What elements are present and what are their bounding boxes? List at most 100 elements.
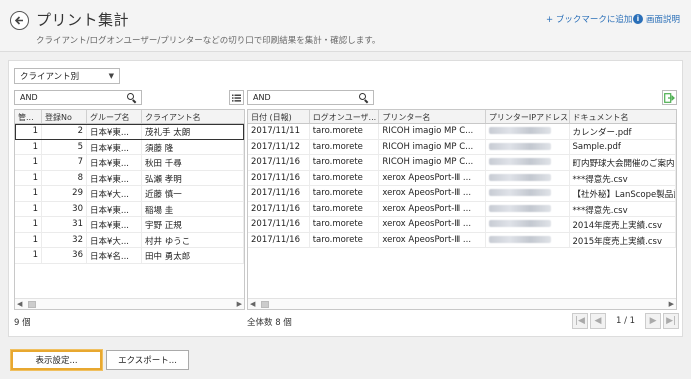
search-icon[interactable] (359, 93, 368, 102)
page-subtitle: クライアント/ログオンユーザー/プリンターなどの切り口で印刷結果を集計・確認しま… (36, 36, 381, 46)
pagination: |◀ ◀ 1 / 1 ▶ ▶| (572, 312, 681, 329)
column-header[interactable]: プリンターIPアドレス (486, 110, 570, 123)
print-log-table-header: 日付 (日報) ログオンユーザ... プリンター名 プリンターIPアドレス ドキ… (248, 110, 676, 124)
column-header[interactable]: プリンター名 (379, 110, 486, 123)
back-button[interactable] (10, 11, 29, 30)
table-cell: 2014年度売上実績.csv (570, 217, 676, 232)
table-row[interactable]: 1 36 日本¥名... 田中 勇太郎 (15, 248, 244, 264)
table-cell: Sample.pdf (570, 139, 676, 154)
table-cell: RICOH imagio MP C... (379, 124, 486, 139)
help-link-label: 画面説明 (646, 15, 681, 25)
redacted-ip (488, 189, 551, 196)
column-header[interactable]: ログオンユーザ... (310, 110, 380, 123)
table-cell: xerox ApeosPort-Ⅲ ... (379, 232, 486, 247)
page-indicator: 1 / 1 (616, 315, 636, 326)
table-cell: 日本¥大... (87, 232, 142, 247)
client-table-header: 管... 登録No グループ名 クライアント名 (15, 110, 244, 124)
right-horizontal-scrollbar[interactable]: ◀ ▶ (248, 298, 676, 309)
help-link[interactable]: i 画面説明 (633, 13, 680, 25)
scroll-left-icon[interactable]: ◀ (250, 300, 255, 308)
redacted-ip (488, 220, 551, 227)
print-log-table-body: 2017/11/11 taro.morete RICOH imagio MP C..… (248, 124, 676, 248)
table-row[interactable]: 2017/11/16 taro.morete xerox ApeosPort-Ⅲ .… (248, 186, 676, 202)
first-page-button[interactable]: |◀ (572, 312, 588, 329)
table-cell: 1 (15, 139, 42, 154)
table-cell: 秋田 千尋 (142, 155, 244, 170)
client-table: 管... 登録No グループ名 クライアント名 1 2 日本¥東... 茂礼手 太朗 1… (14, 109, 245, 310)
table-row[interactable]: 2017/11/11 taro.morete RICOH imagio MP C..… (248, 124, 676, 140)
table-cell: 2017/11/11 (248, 124, 310, 139)
table-cell: 30 (42, 201, 87, 216)
table-row[interactable]: 2017/11/16 taro.morete xerox ApeosPort-Ⅲ .… (248, 232, 676, 248)
column-list-button[interactable] (229, 90, 244, 105)
redacted-ip (488, 173, 551, 181)
scroll-thumb[interactable] (28, 301, 36, 308)
column-header[interactable]: クライアント名 (142, 110, 244, 123)
column-header[interactable]: 管... (15, 110, 42, 123)
table-cell: 1 (15, 232, 42, 247)
table-cell: 弘瀬 孝明 (142, 170, 244, 185)
ip-address-cell (486, 186, 570, 201)
table-row[interactable]: 1 5 日本¥東... 須藤 隆 (15, 139, 244, 155)
table-cell: taro.morete (310, 139, 380, 154)
column-header[interactable]: 日付 (日報) (248, 110, 310, 123)
table-cell: 2017/11/16 (248, 186, 310, 201)
table-cell: 日本¥東... (87, 170, 142, 185)
client-table-body: 1 2 日本¥東... 茂礼手 太朗 1 5 日本¥東... 須藤 隆 1 7 日本¥東... 秋田 … (15, 124, 244, 264)
display-settings-button[interactable]: 表示設定... (10, 349, 103, 371)
table-cell: xerox ApeosPort-Ⅲ ... (379, 186, 486, 201)
table-cell: 32 (42, 232, 87, 247)
search-icon[interactable] (127, 93, 136, 102)
table-cell: RICOH imagio MP C... (379, 155, 486, 170)
redacted-ip (488, 235, 551, 243)
scroll-right-icon[interactable]: ▶ (669, 300, 674, 308)
left-search-value: AND (20, 93, 38, 102)
table-cell: 2017/11/16 (248, 201, 310, 216)
table-cell: 7 (42, 155, 87, 170)
table-cell: 29 (42, 186, 87, 201)
left-search-input[interactable]: AND (14, 90, 142, 105)
table-cell: 1 (15, 124, 42, 139)
table-cell: ***得意先.csv (570, 170, 676, 185)
ip-address-cell (486, 170, 570, 185)
next-page-button[interactable]: ▶ (645, 312, 662, 329)
aggregation-select[interactable]: クライアント別 ▼ (14, 68, 120, 84)
table-cell: 宇野 正規 (142, 217, 244, 232)
prev-page-button[interactable]: ◀ (590, 312, 606, 329)
add-bookmark-link[interactable]: + ブックマークに追加 (546, 13, 632, 25)
aggregation-select-value: クライアント別 (20, 72, 80, 82)
table-cell: taro.morete (310, 155, 380, 170)
scroll-thumb[interactable] (261, 301, 269, 308)
export-button[interactable]: エクスポート... (106, 350, 189, 370)
table-cell: 2015年度売上実績.csv (570, 232, 676, 247)
table-row[interactable]: 2017/11/16 taro.morete xerox ApeosPort-Ⅲ .… (248, 217, 676, 233)
table-cell: 村井 ゆうこ (142, 232, 244, 247)
column-header[interactable]: ドキュメント名 (570, 110, 676, 123)
table-row[interactable]: 1 8 日本¥東... 弘瀬 孝明 (15, 170, 244, 186)
scroll-left-icon[interactable]: ◀ (17, 300, 22, 308)
scroll-right-icon[interactable]: ▶ (237, 300, 242, 308)
table-cell: 日本¥大... (87, 186, 142, 201)
table-row[interactable]: 2017/11/12 taro.morete RICOH imagio MP C..… (248, 139, 676, 155)
table-row[interactable]: 1 32 日本¥大... 村井 ゆうこ (15, 232, 244, 248)
table-row[interactable]: 2017/11/16 taro.morete xerox ApeosPort-Ⅲ .… (248, 170, 676, 186)
table-row[interactable]: 1 7 日本¥東... 秋田 千尋 (15, 155, 244, 171)
table-row[interactable]: 2017/11/16 taro.morete xerox ApeosPort-Ⅲ .… (248, 201, 676, 217)
table-row[interactable]: 2017/11/16 taro.morete RICOH imagio MP C..… (248, 155, 676, 171)
table-row[interactable]: 1 30 日本¥東... 稲場 圭 (15, 201, 244, 217)
table-cell: 2017/11/12 (248, 139, 310, 154)
right-search-input[interactable]: AND (247, 90, 374, 105)
table-cell: xerox ApeosPort-Ⅲ ... (379, 170, 486, 185)
table-row[interactable]: 1 2 日本¥東... 茂礼手 太朗 (15, 124, 244, 140)
table-row[interactable]: 1 31 日本¥東... 宇野 正規 (15, 217, 244, 233)
column-header[interactable]: 登録No (42, 110, 87, 123)
column-header[interactable]: グループ名 (87, 110, 142, 123)
table-cell: xerox ApeosPort-Ⅲ ... (379, 217, 486, 232)
last-page-button[interactable]: ▶| (663, 312, 680, 329)
left-horizontal-scrollbar[interactable]: ◀ ▶ (15, 298, 244, 309)
table-row[interactable]: 1 29 日本¥大... 近藤 慎一 (15, 186, 244, 202)
table-cell: 近藤 慎一 (142, 186, 244, 201)
table-cell: 1 (15, 201, 42, 216)
csv-export-icon-button[interactable] (662, 90, 677, 105)
table-cell: 日本¥東... (87, 201, 142, 216)
